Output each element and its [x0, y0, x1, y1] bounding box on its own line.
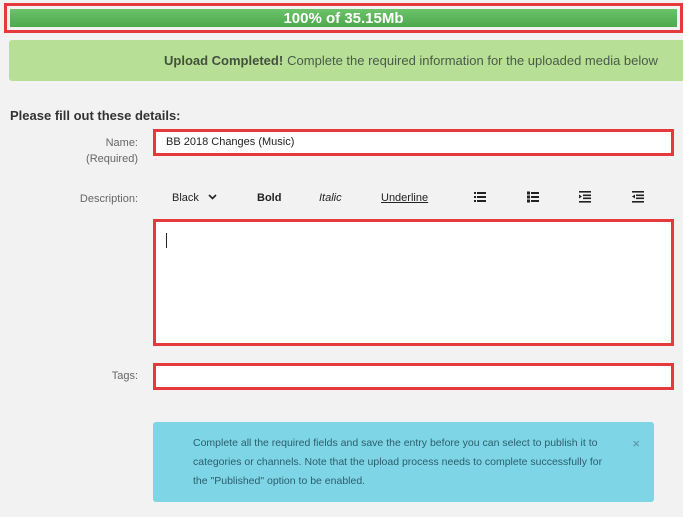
publish-info-message: Complete all the required fields and sav…	[193, 437, 603, 487]
description-label: Description:	[79, 193, 138, 205]
name-required-label: (Required)	[86, 153, 138, 165]
upload-completed-message: Complete the required information for th…	[287, 53, 658, 68]
tags-label: Tags:	[111, 370, 138, 382]
name-label-block: Name: (Required)	[60, 135, 138, 167]
bullet-list-icon[interactable]	[474, 191, 486, 203]
text-color-select-value: Black	[172, 192, 199, 204]
publish-info-alert: Complete all the required fields and sav…	[153, 422, 654, 502]
name-field[interactable]: BB 2018 Changes (Music)	[153, 129, 674, 156]
chevron-down-icon	[208, 194, 217, 200]
description-editor[interactable]	[153, 219, 674, 346]
upload-progress-text: 100% of 35.15Mb	[283, 9, 404, 27]
close-icon[interactable]: ×	[632, 434, 640, 453]
tags-field[interactable]	[153, 363, 674, 390]
upload-progress-bar: 100% of 35.15Mb	[4, 3, 683, 33]
upload-page: 100% of 35.15Mb Upload Completed! Comple…	[0, 0, 683, 517]
numbered-list-icon[interactable]	[527, 191, 539, 203]
bold-button[interactable]: Bold	[257, 188, 281, 208]
name-label: Name:	[105, 137, 138, 149]
text-color-select[interactable]: Black	[172, 188, 217, 208]
upload-completed-alert: Upload Completed! Complete the required …	[9, 40, 683, 81]
italic-button[interactable]: Italic	[319, 188, 342, 208]
upload-completed-strong: Upload Completed!	[164, 53, 284, 68]
outdent-icon[interactable]	[632, 191, 644, 203]
name-field-value: BB 2018 Changes (Music)	[166, 136, 295, 148]
indent-icon[interactable]	[579, 191, 591, 203]
form-title: Please fill out these details:	[10, 108, 181, 123]
underline-button[interactable]: Underline	[381, 188, 428, 208]
description-toolbar: Black Bold Italic Underline	[154, 188, 674, 208]
text-cursor	[166, 233, 167, 248]
